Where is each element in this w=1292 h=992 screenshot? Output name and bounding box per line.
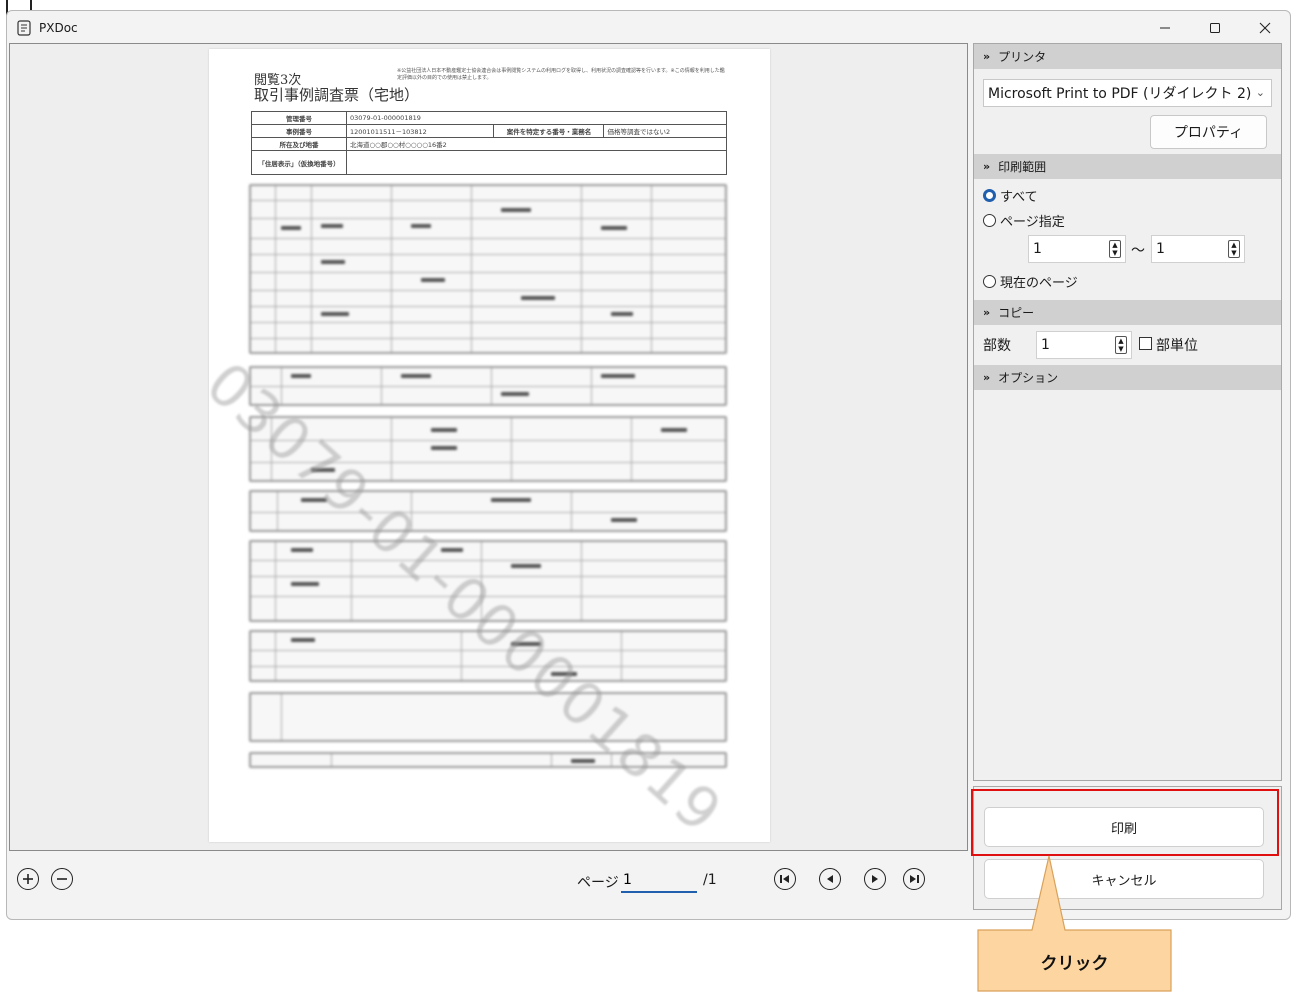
range-pages-label: ページ指定 bbox=[1000, 215, 1065, 230]
spinner-arrows-icon[interactable]: ▲ ▼ bbox=[1109, 240, 1121, 258]
document-header-table: 管理番号 03079-01-000001819 事例番号 12001011511… bbox=[251, 111, 727, 175]
window-title: PXDoc bbox=[39, 21, 78, 35]
screen: PXDoc 閲覧3次 取引事例調査票（宅地） ※公益社団法人日本不動産鑑定士協会… bbox=[0, 0, 1292, 992]
next-page-icon bbox=[872, 875, 878, 883]
table-cell-value: 北海道○○郡○○村○○○○16番2 bbox=[346, 137, 727, 151]
chevron-right-icon: » bbox=[983, 371, 991, 384]
table-cell-label: 「住居表示」（仮換地番号） bbox=[251, 150, 347, 175]
zoom-out-icon bbox=[57, 878, 67, 880]
table-row: 管理番号 03079-01-000001819 bbox=[251, 111, 727, 125]
collate-label: 部単位 bbox=[1156, 338, 1198, 354]
properties-button[interactable]: プロパティ bbox=[1150, 115, 1267, 149]
previous-page-button[interactable] bbox=[819, 868, 841, 890]
range-to-value: 1 bbox=[1156, 241, 1165, 257]
printer-section-header[interactable]: » プリンタ bbox=[974, 44, 1281, 69]
table-cell-value bbox=[346, 150, 727, 175]
chevron-down-icon: » bbox=[983, 160, 991, 173]
printer-selected-value: Microsoft Print to PDF (リダイレクト 2) bbox=[988, 86, 1252, 102]
document-title-line2: 取引事例調査票（宅地） bbox=[254, 86, 420, 104]
collate-checkbox[interactable] bbox=[1139, 337, 1152, 350]
maximize-button[interactable] bbox=[1190, 11, 1240, 45]
range-separator: ～ bbox=[1131, 243, 1145, 259]
copies-label: 部数 bbox=[983, 338, 1011, 354]
table-row: 事例番号 12001011511－103812 案件を特定する番号・業務名 価格… bbox=[251, 124, 727, 138]
preview-pane[interactable]: 閲覧3次 取引事例調査票（宅地） ※公益社団法人日本不動産鑑定士協会連合会は事例… bbox=[9, 43, 968, 851]
table-cell-value: 価格等調査ではない2 bbox=[603, 124, 727, 138]
range-pages-option[interactable]: ページ指定 bbox=[974, 208, 1281, 233]
spinner-arrows-icon[interactable]: ▲ ▼ bbox=[1115, 336, 1127, 354]
zoom-in-icon bbox=[23, 874, 33, 884]
table-cell-label: 案件を特定する番号・業務名 bbox=[493, 124, 605, 138]
zoom-in-button[interactable] bbox=[17, 868, 39, 890]
preview-toolbar: ページ /1 bbox=[9, 858, 968, 906]
radio-icon bbox=[983, 275, 996, 288]
document-notes: ※公益社団法人日本不動産鑑定士協会連合会は事例閲覧システムの利用ログを取得し、利… bbox=[397, 68, 725, 81]
section-title: オプション bbox=[998, 371, 1059, 385]
maximize-icon bbox=[1210, 23, 1220, 33]
page-label: ページ bbox=[577, 875, 619, 891]
section-title: 印刷範囲 bbox=[998, 160, 1047, 174]
table-cell-label: 事例番号 bbox=[251, 124, 347, 138]
page-number-input[interactable] bbox=[621, 868, 697, 893]
last-page-icon bbox=[910, 875, 919, 883]
close-button[interactable] bbox=[1240, 11, 1290, 45]
table-cell-label: 所在及び地番 bbox=[251, 137, 347, 151]
spinner-arrows-icon[interactable]: ▲ ▼ bbox=[1228, 240, 1240, 258]
minimize-button[interactable] bbox=[1140, 11, 1190, 45]
range-all-option[interactable]: すべて bbox=[974, 183, 1281, 208]
printer-select[interactable]: Microsoft Print to PDF (リダイレクト 2) ⌄ bbox=[983, 79, 1272, 107]
page-total: /1 bbox=[703, 872, 717, 888]
callout-label: クリック bbox=[1040, 953, 1109, 974]
radio-icon bbox=[983, 214, 996, 227]
document-page: 閲覧3次 取引事例調査票（宅地） ※公益社団法人日本不動産鑑定士協会連合会は事例… bbox=[193, 49, 770, 847]
form-block bbox=[249, 366, 727, 406]
range-current-option[interactable]: 現在のページ bbox=[974, 269, 1281, 294]
section-title: プリンタ bbox=[998, 50, 1047, 64]
print-settings-panel: » プリンタ Microsoft Print to PDF (リダイレクト 2)… bbox=[973, 43, 1282, 781]
section-title: コピー bbox=[998, 306, 1035, 320]
range-current-label: 現在のページ bbox=[1000, 276, 1078, 291]
close-icon bbox=[1259, 22, 1271, 34]
chevron-down-icon: » bbox=[983, 306, 991, 319]
copies-value: 1 bbox=[1041, 337, 1050, 353]
first-page-icon bbox=[780, 875, 789, 883]
table-cell-label: 管理番号 bbox=[251, 111, 347, 125]
title-bar: PXDoc bbox=[7, 11, 1290, 45]
first-page-button[interactable] bbox=[774, 868, 796, 890]
window-controls bbox=[1140, 11, 1290, 45]
previous-page-icon bbox=[827, 875, 833, 883]
options-section-header[interactable]: » オプション bbox=[974, 365, 1281, 390]
table-row: 所在及び地番 北海道○○郡○○村○○○○16番2 bbox=[251, 137, 727, 151]
copies-spinner[interactable]: 1 ▲ ▼ bbox=[1036, 331, 1132, 359]
document-icon bbox=[17, 20, 31, 36]
page-range-row: 1 ▲ ▼ ～ 1 ▲ ▼ bbox=[974, 233, 1281, 269]
print-range-section-header[interactable]: » 印刷範囲 bbox=[974, 154, 1281, 179]
table-row: 「住居表示」（仮換地番号） bbox=[251, 150, 727, 175]
range-all-label: すべて bbox=[1000, 190, 1038, 205]
form-block bbox=[249, 184, 727, 354]
chevron-down-icon: » bbox=[983, 50, 991, 63]
table-cell-value: 03079-01-000001819 bbox=[346, 111, 727, 125]
last-page-button[interactable] bbox=[903, 868, 925, 890]
next-page-button[interactable] bbox=[864, 868, 886, 890]
range-to-spinner[interactable]: 1 ▲ ▼ bbox=[1151, 235, 1245, 263]
range-from-value: 1 bbox=[1033, 241, 1042, 257]
chevron-down-icon: ⌄ bbox=[1255, 86, 1265, 99]
range-from-spinner[interactable]: 1 ▲ ▼ bbox=[1028, 235, 1126, 263]
table-cell-value: 12001011511－103812 bbox=[345, 124, 495, 138]
copies-row: 部数 1 ▲ ▼ 部単位 bbox=[974, 325, 1281, 365]
zoom-out-button[interactable] bbox=[51, 868, 73, 890]
radio-selected-icon bbox=[983, 189, 996, 202]
minimize-icon bbox=[1160, 27, 1170, 29]
copy-section-header[interactable]: » コピー bbox=[974, 300, 1281, 325]
